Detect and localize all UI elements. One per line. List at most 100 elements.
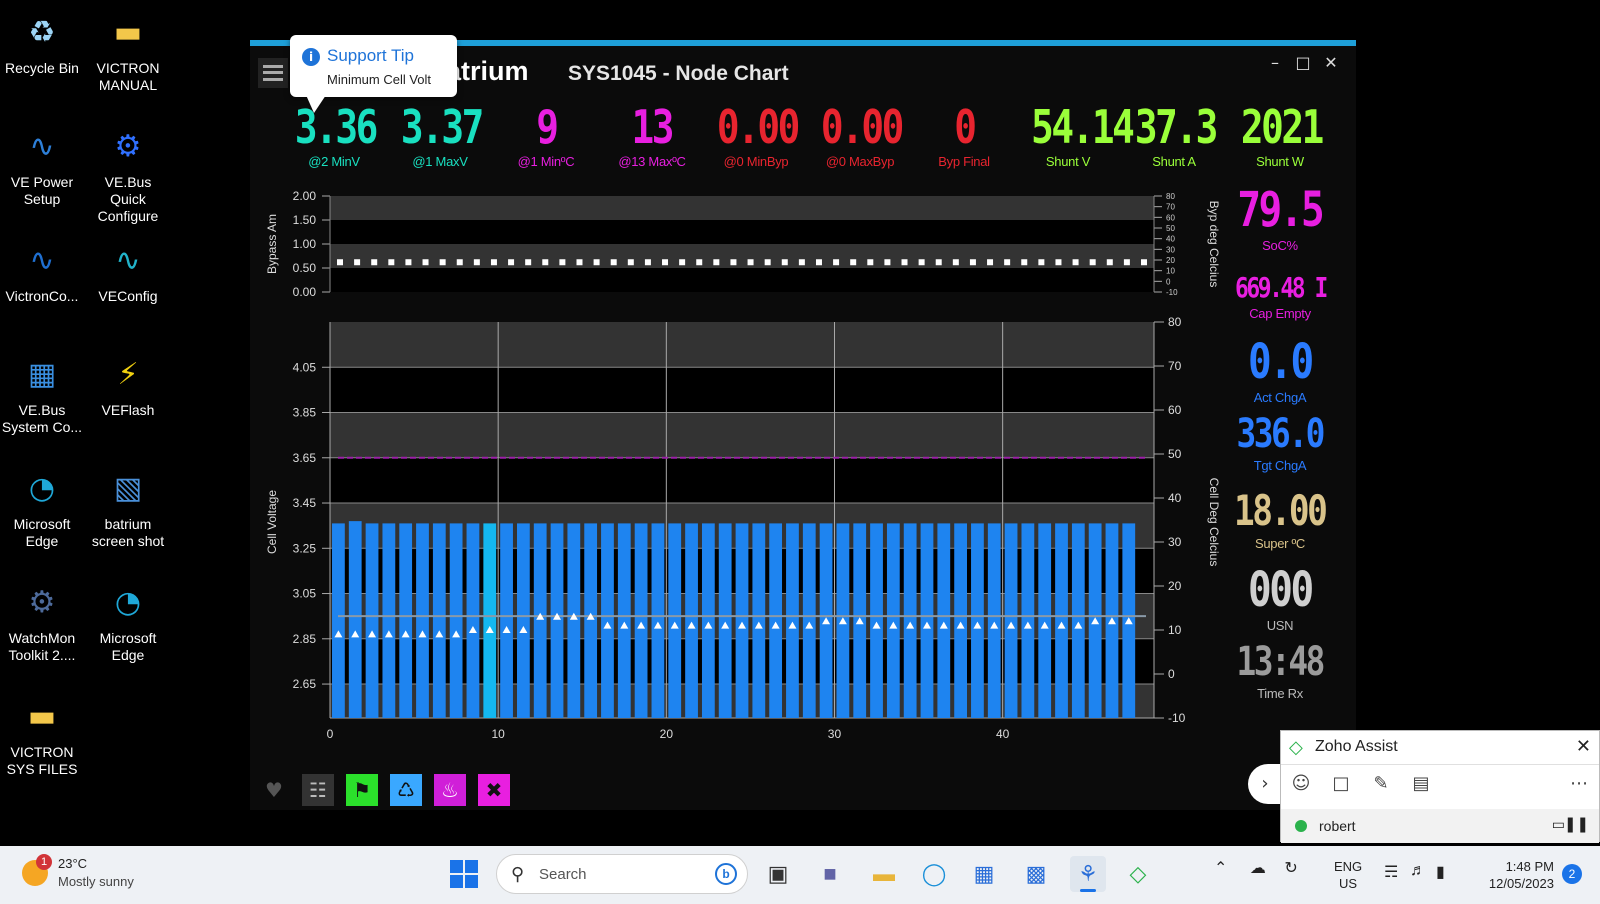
notification-badge[interactable]: 2 xyxy=(1562,864,1582,884)
cell-bar xyxy=(1071,523,1085,718)
bypass-point xyxy=(1021,259,1028,266)
cell-band xyxy=(330,412,1154,458)
support-tip-title: Support Tip xyxy=(327,46,414,65)
desktop-icon[interactable]: ⚙ VE.Bus Quick Configure xyxy=(86,122,170,225)
more-icon[interactable]: ⋯ xyxy=(1567,773,1591,797)
bing-icon[interactable]: b xyxy=(715,863,737,885)
cell-bar xyxy=(1004,523,1018,718)
bypass-point xyxy=(987,259,994,266)
bypass-point xyxy=(952,259,959,266)
desktop-icon[interactable]: ∿ VE Power Setup xyxy=(0,122,84,208)
sync-icon[interactable]: ↻ xyxy=(1284,860,1297,877)
cell-y2tick: 20 xyxy=(1168,579,1182,593)
store-icon[interactable]: ▦ xyxy=(966,856,1002,892)
desktop-icon[interactable]: ⚙ WatchMon Toolkit 2.... xyxy=(0,578,84,664)
volume-icon[interactable]: ♬ xyxy=(1410,862,1426,880)
edge-taskbar-icon[interactable]: ◯ xyxy=(916,856,952,892)
bypass-point xyxy=(559,259,566,266)
bypass-point xyxy=(456,259,463,266)
wifi-icon[interactable]: ☴ xyxy=(1384,862,1398,882)
bypass-band xyxy=(330,196,1154,220)
bypass-point xyxy=(1038,259,1045,266)
bypass-ytick: 2.00 xyxy=(293,189,317,203)
heart-icon[interactable]: ♥ xyxy=(258,774,290,806)
pause-icon[interactable]: ❚❚ xyxy=(1564,815,1589,833)
cell-y2tick: 0 xyxy=(1168,667,1175,681)
cell-bar xyxy=(786,523,799,718)
signal-icon[interactable]: ☷ xyxy=(302,774,334,806)
cell-bar xyxy=(466,523,480,718)
zoho-close-icon[interactable]: ✕ xyxy=(1576,736,1591,757)
bypass-point xyxy=(525,259,532,266)
desktop-icon[interactable]: ♻ Recycle Bin xyxy=(0,8,84,77)
cell-ytick: 3.25 xyxy=(293,541,317,555)
bypass-y2tick: 60 xyxy=(1166,213,1175,222)
clock[interactable]: 1:48 PM 12/05/2023 xyxy=(1470,858,1554,892)
cell-y2tick: 60 xyxy=(1168,403,1182,417)
bypass-band xyxy=(330,244,1154,268)
bypass-point xyxy=(627,259,634,266)
desktop-icon[interactable]: ▬ VICTRON MANUAL xyxy=(86,8,170,94)
cell-bar xyxy=(399,523,413,718)
teams-icon[interactable]: ■ xyxy=(812,856,848,892)
desktop-icon-label: VICTRON SYS FILES xyxy=(6,744,78,777)
bypass-y2tick: 30 xyxy=(1166,245,1175,254)
zoho-expand-icon[interactable]: › xyxy=(1248,764,1282,804)
battery-icon[interactable]: ▮ xyxy=(1436,862,1445,882)
cell-bar xyxy=(752,523,766,718)
cloud-icon[interactable]: ☁ xyxy=(1250,860,1266,877)
chevron-up-icon[interactable]: ⌃ xyxy=(1214,860,1227,877)
image-file-icon: ▧ xyxy=(113,470,143,506)
cell-ylabel: Cell Voltage xyxy=(265,490,279,554)
cell-y2label: Cell Deg Celcius xyxy=(1207,478,1221,567)
cell-band xyxy=(330,322,1154,368)
close-icon[interactable]: ✕ xyxy=(1318,50,1344,76)
desktop-icon[interactable]: ⚡ VEFlash xyxy=(86,350,170,419)
desktop-icon[interactable]: ∿ VEConfig xyxy=(86,236,170,305)
app-taskbar-icon[interactable]: ▩ xyxy=(1018,856,1054,892)
cell-ytick: 2.65 xyxy=(293,677,317,691)
cell-bar xyxy=(954,523,968,718)
desktop-icon[interactable]: ▧ batrium screen shot xyxy=(86,464,170,550)
bypass-ytick: 1.00 xyxy=(293,237,317,251)
bypass-point xyxy=(439,259,446,266)
heater-icon[interactable]: ♨ xyxy=(434,774,466,806)
person-icon[interactable]: ☺ xyxy=(1289,773,1313,797)
file-explorer-icon[interactable]: ▬ xyxy=(866,856,902,892)
desktop-icon-label: VE.Bus Quick Configure xyxy=(97,174,159,224)
bypass-point xyxy=(764,259,771,266)
bypass-y2label: Byp deg Celcius xyxy=(1207,201,1221,288)
cell-bar xyxy=(769,523,783,718)
minimize-icon[interactable]: – xyxy=(1262,50,1288,76)
cell-ytick: 3.65 xyxy=(293,451,317,465)
charge-icon[interactable]: ♺ xyxy=(390,774,422,806)
vebus-quick-icon: ⚙ xyxy=(114,128,142,164)
desktop-icon[interactable]: ◔ Microsoft Edge xyxy=(0,464,84,550)
zoho-taskbar-icon[interactable]: ◇ xyxy=(1120,856,1156,892)
watchmon-taskbar-icon[interactable]: ⚘ xyxy=(1070,856,1106,892)
bypass-point xyxy=(576,259,583,266)
clipboard-icon[interactable]: ▤ xyxy=(1409,773,1433,797)
cell-bar xyxy=(987,523,1001,718)
zoho-user: robert xyxy=(1319,818,1356,834)
cell-xtick: 20 xyxy=(660,727,674,741)
cell-bar xyxy=(1055,523,1068,718)
task-view-icon[interactable]: ▣ xyxy=(760,856,796,892)
maximize-icon[interactable]: □ xyxy=(1290,50,1316,76)
bypass-point xyxy=(593,259,600,266)
language-indicator[interactable]: ENG US xyxy=(1334,858,1362,892)
taskbar-search[interactable]: ⚲ Search b xyxy=(496,854,748,894)
runner-icon[interactable]: ⚑ xyxy=(346,774,378,806)
annotate-icon[interactable]: ✎ xyxy=(1369,773,1393,797)
bypass-y2tick: 0 xyxy=(1166,277,1171,286)
chat-icon[interactable]: □ xyxy=(1329,773,1353,797)
start-button[interactable] xyxy=(450,860,478,888)
desktop-icon[interactable]: ∿ VictronCo... xyxy=(0,236,84,305)
desktop-icon[interactable]: ◔ Microsoft Edge xyxy=(86,578,170,664)
fan-icon[interactable]: ✖ xyxy=(478,774,510,806)
cell-ytick: 3.05 xyxy=(293,587,317,601)
desktop-icon[interactable]: ▦ VE.Bus System Co... xyxy=(0,350,84,436)
bypass-point xyxy=(730,259,737,266)
desktop-icon-label: Microsoft Edge xyxy=(13,516,71,549)
desktop-icon[interactable]: ▬ VICTRON SYS FILES xyxy=(0,692,84,778)
